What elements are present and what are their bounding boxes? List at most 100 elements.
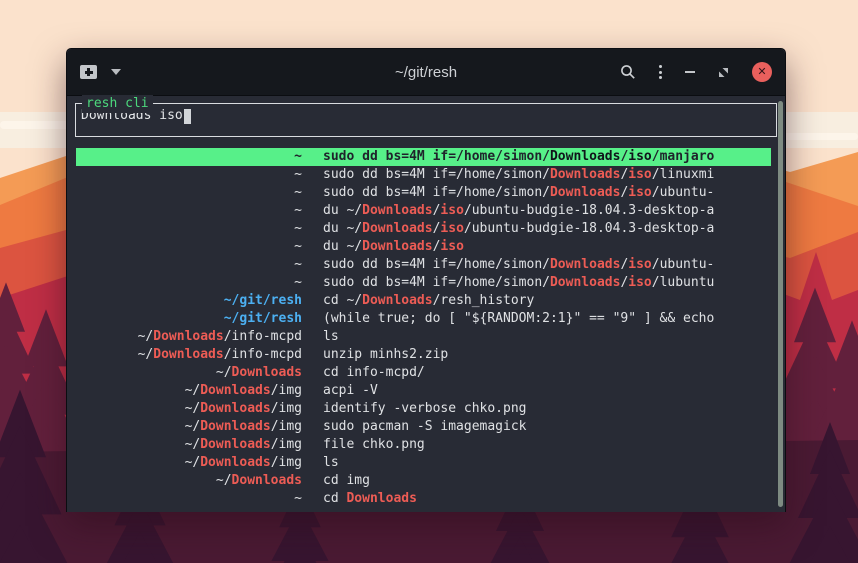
restore-icon (718, 67, 729, 78)
text-segment: Downloads (200, 437, 270, 452)
close-button[interactable]: ✕ (752, 62, 772, 82)
history-row[interactable]: ~ sudo dd bs=4M if=/home/simon/Downloads/… (76, 274, 771, 292)
text-segment: Downloads (550, 185, 620, 200)
history-row-cmd: sudo pacman -S imagemagick (323, 418, 771, 436)
text-segment: ~ (294, 491, 302, 506)
history-row-pwd: ~/Downloads/info-mcpd (76, 346, 302, 364)
text-segment: sudo dd bs=4M if=/home/simon/ (323, 167, 550, 182)
history-row[interactable]: ~/Downloads/imgfile chko.png (76, 436, 771, 454)
history-row-cmd: file chko.png (323, 436, 771, 454)
history-row-cmd: sudo dd bs=4M if=/home/simon/Downloads/i… (323, 148, 771, 166)
text-segment: ls (323, 329, 339, 344)
minimize-icon (685, 71, 695, 73)
history-row[interactable]: ~ du ~/Downloads/iso/ubuntu-budgie-18.04.… (76, 202, 771, 220)
text-segment: /linuxmi (652, 167, 715, 182)
history-row-cmd: cd info-mcpd/ (323, 364, 771, 382)
text-segment: identify -verbose chko.png (323, 401, 527, 416)
text-segment: sudo dd bs=4M if=/home/simon/ (323, 185, 550, 200)
history-row-cmd: cd Downloads (323, 490, 771, 508)
history-row[interactable]: ~/git/resh (while true; do [ "${RANDOM:2:… (76, 310, 771, 328)
tab-list-button[interactable] (111, 69, 121, 75)
minimize-button[interactable] (685, 71, 695, 73)
history-row[interactable]: ~/Downloads cd img (76, 472, 771, 490)
text-segment: Downloads (362, 203, 432, 218)
text-segment: acpi -V (323, 383, 378, 398)
history-row[interactable]: ~sudo dd bs=4M if=/home/simon/Downloads/… (76, 166, 771, 184)
text-segment: file chko.png (323, 437, 425, 452)
text-segment: ~ (294, 275, 302, 290)
history-row[interactable]: ~du ~/Downloads/iso (76, 238, 771, 256)
text-segment: ~/git/resh (224, 311, 302, 326)
resh-cli-label: resh cli (82, 95, 153, 113)
text-segment: ~ (294, 239, 302, 254)
titlebar-right: ✕ (582, 62, 772, 82)
history-row[interactable]: ~/Downloads/img ls (76, 454, 771, 472)
search-icon (620, 64, 636, 80)
history-row-cmd: (while true; do [ "${RANDOM:2:1}" == "9"… (323, 310, 771, 328)
history-row-pwd: ~/Downloads/img (76, 454, 302, 472)
scrollbar[interactable] (778, 101, 783, 507)
history-row[interactable]: ~/Downloadscd info-mcpd/ (76, 364, 771, 382)
text-segment: /manjaro (652, 149, 715, 164)
text-segment: ~ (294, 257, 302, 272)
text-segment: ~/ (185, 419, 201, 434)
text-segment: Downloads (232, 473, 302, 488)
history-row-cmd: sudo dd bs=4M if=/home/simon/Downloads/i… (323, 256, 771, 274)
history-row[interactable]: ~/Downloads/info-mcpdls (76, 328, 771, 346)
text-segment: ~/ (185, 383, 201, 398)
history-row-cmd: identify -verbose chko.png (323, 400, 771, 418)
new-tab-button[interactable] (80, 65, 97, 79)
history-row-cmd: sudo dd bs=4M if=/home/simon/Downloads/i… (323, 274, 771, 292)
text-segment: cd img (323, 473, 370, 488)
history-row[interactable]: ~sudo dd bs=4M if=/home/simon/Downloads/… (76, 148, 771, 166)
text-segment: ~ (294, 185, 302, 200)
history-row-cmd: cd ~/Downloads/resh_history (323, 292, 771, 310)
titlebar[interactable]: ~/git/resh (67, 49, 785, 96)
text-segment: Downloads (346, 491, 416, 506)
search-button[interactable] (620, 64, 636, 80)
text-segment: iso (440, 239, 463, 254)
text-segment: /info-mcpd (224, 329, 302, 344)
restore-button[interactable] (718, 67, 729, 78)
text-segment: ~/ (216, 473, 232, 488)
text-segment: sudo pacman -S imagemagick (323, 419, 527, 434)
text-segment: cd (323, 491, 346, 506)
text-segment: sudo dd bs=4M if=/home/simon/ (323, 149, 550, 164)
history-row[interactable]: ~/Downloads/imgidentify -verbose chko.pn… (76, 400, 771, 418)
history-row-cmd: du ~/Downloads/iso/ubuntu-budgie-18.04.3… (323, 202, 771, 220)
text-segment: /ubuntu- (652, 185, 715, 200)
text-segment: cd ~/ (323, 293, 362, 308)
menu-button[interactable] (659, 65, 662, 79)
text-segment: du ~/ (323, 203, 362, 218)
text-segment: Downloads (362, 293, 432, 308)
text-segment: ls (323, 455, 339, 470)
text-segment: iso (628, 257, 651, 272)
history-row-cmd: du ~/Downloads/iso/ubuntu-budgie-18.04.3… (323, 220, 771, 238)
history-row-cmd: sudo dd bs=4M if=/home/simon/Downloads/i… (323, 184, 771, 202)
history-row-pwd: ~ (76, 490, 302, 508)
history-row[interactable]: ~ sudo dd bs=4M if=/home/simon/Downloads/… (76, 256, 771, 274)
history-row[interactable]: ~/git/reshcd ~/Downloads/resh_history (76, 292, 771, 310)
text-segment: du ~/ (323, 239, 362, 254)
history-row[interactable]: ~/Downloads/imgsudo pacman -S imagemagic… (76, 418, 771, 436)
history-row-pwd: ~ (76, 166, 302, 184)
history-row-pwd: ~ (76, 256, 302, 274)
text-segment: ~ (294, 221, 302, 236)
text-segment: ~ (294, 203, 302, 218)
history-row[interactable]: ~/Downloads/info-mcpd unzip minhs2.zip (76, 346, 771, 364)
history-row-pwd: ~ (76, 184, 302, 202)
text-segment: /lubuntu (652, 275, 715, 290)
text-segment: Downloads (200, 419, 270, 434)
history-row[interactable]: ~ du ~/Downloads/iso/ubuntu-budgie-18.04.… (76, 220, 771, 238)
history-row-cmd: acpi -V (323, 382, 771, 400)
history-row[interactable]: ~ cd Downloads (76, 490, 771, 508)
text-segment: unzip minhs2.zip (323, 347, 448, 362)
titlebar-left (80, 65, 270, 79)
text-segment: Downloads (200, 401, 270, 416)
history-row[interactable]: ~/Downloads/imgacpi -V (76, 382, 771, 400)
text-segment: ~/ (185, 437, 201, 452)
search-input[interactable]: Downloads iso (76, 104, 776, 128)
history-row[interactable]: ~sudo dd bs=4M if=/home/simon/Downloads/… (76, 184, 771, 202)
text-segment: sudo dd bs=4M if=/home/simon/ (323, 257, 550, 272)
text-segment: Downloads (362, 239, 432, 254)
